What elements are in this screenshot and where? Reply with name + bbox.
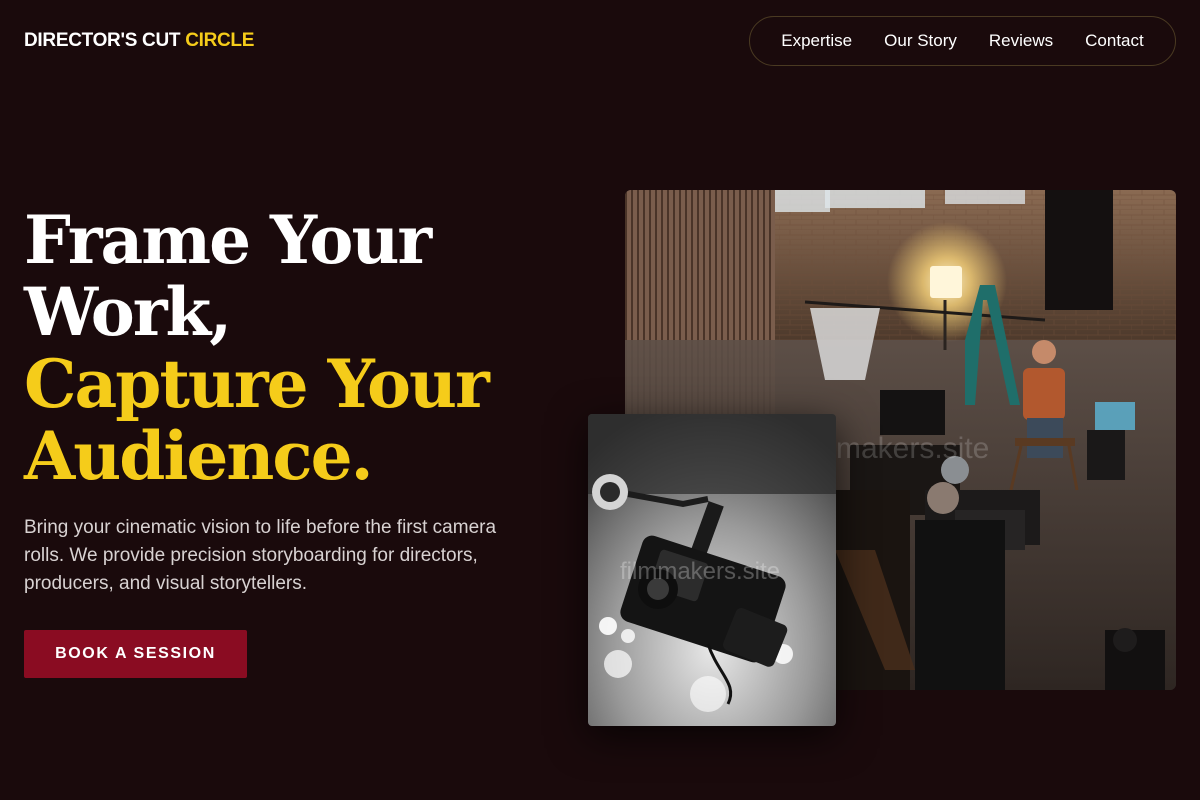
brand-name-accent: CIRCLE	[185, 30, 255, 51]
nav-link-our-story[interactable]: Our Story	[884, 31, 957, 51]
nav-link-expertise[interactable]: Expertise	[781, 31, 852, 51]
book-session-button[interactable]: BOOK A SESSION	[24, 630, 247, 678]
headline-line-accent: Capture Your	[24, 345, 490, 423]
headline-line-accent: Audience.	[24, 417, 374, 495]
brand-name: DIRECTOR'S CUT	[24, 30, 181, 51]
nav-link-reviews[interactable]: Reviews	[989, 31, 1053, 51]
hero-headline: Frame Your Work, Capture Your Audience.	[24, 201, 490, 495]
main-nav: Expertise Our Story Reviews Contact	[749, 16, 1176, 66]
camera-rig-illustration	[588, 414, 836, 726]
camera-rig-photo	[588, 414, 836, 726]
headline-line: Frame Your	[24, 201, 432, 279]
brand-logo[interactable]: DIRECTOR'S CUT CIRCLE	[24, 30, 254, 52]
nav-link-contact[interactable]: Contact	[1085, 31, 1144, 51]
headline-line: Work,	[24, 273, 232, 351]
hero-description: Bring your cinematic vision to life befo…	[24, 517, 497, 594]
